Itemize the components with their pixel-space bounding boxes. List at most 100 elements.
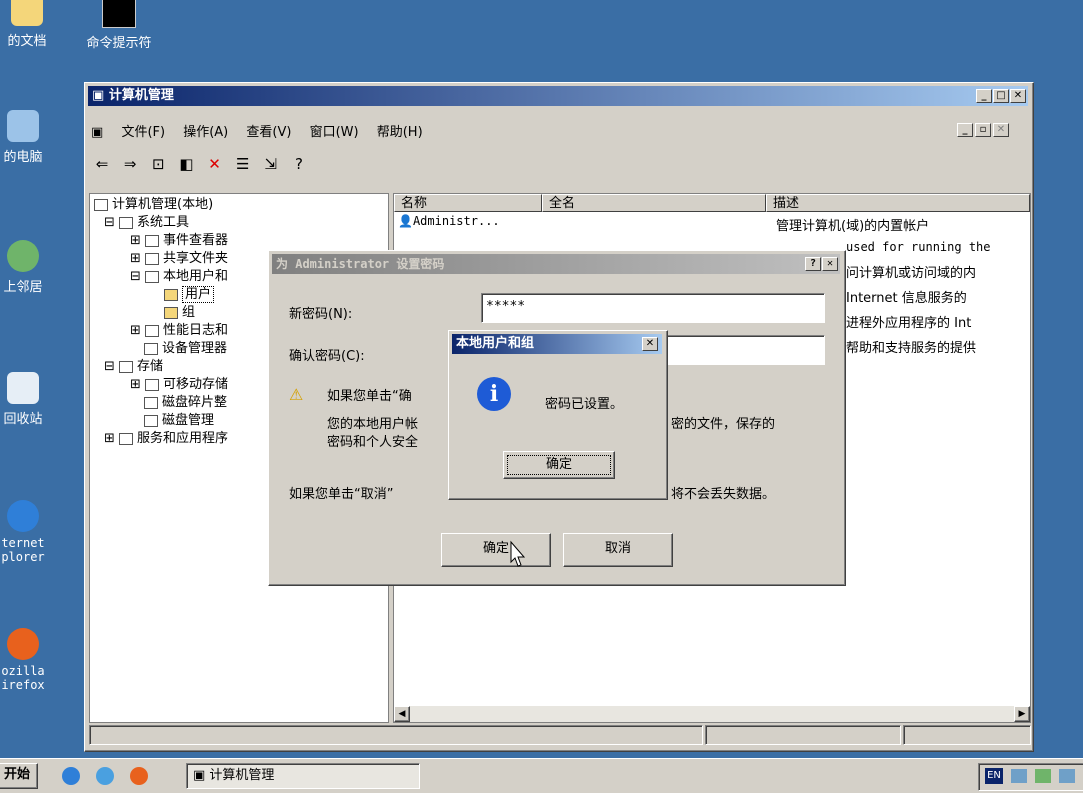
users-icon bbox=[145, 270, 160, 283]
toolbar: ⇐ ⇒ ⊡ ◧ ✕ ☰ ⇲ ? bbox=[91, 153, 312, 175]
desktop-icon-network[interactable]: 上邻居 bbox=[0, 240, 58, 295]
taskbar-task-computer-management[interactable]: ▣ 计算机管理 bbox=[186, 763, 420, 789]
row-description: used for running the bbox=[846, 240, 991, 254]
folder-icon bbox=[11, 0, 43, 26]
message-ok-button[interactable]: 确定 bbox=[503, 451, 615, 479]
menu-bar: ▣ 文件(F) 操作(A) 查看(V) 窗口(W) 帮助(H) bbox=[91, 121, 437, 140]
row-description: Internet 信息服务的 bbox=[846, 291, 967, 306]
menu-view[interactable]: 查看(V) bbox=[246, 125, 291, 140]
ok-button[interactable]: 确定 bbox=[441, 533, 551, 567]
quick-launch-ie-icon[interactable] bbox=[62, 767, 80, 785]
warning-text: 您的本地用户帐 bbox=[327, 417, 419, 432]
storage-icon bbox=[119, 360, 134, 373]
export-icon[interactable]: ⇲ bbox=[260, 153, 282, 175]
tree-item[interactable]: ⊞ 事件查看器 bbox=[94, 232, 384, 250]
forward-arrow-icon[interactable]: ⇒ bbox=[119, 153, 141, 175]
user-icon: 👤 bbox=[398, 214, 413, 228]
column-header-description[interactable]: 描述 bbox=[766, 194, 1030, 212]
tree-item[interactable]: ⊟ 系统工具 bbox=[94, 214, 384, 232]
computer-icon: ▣ bbox=[193, 768, 210, 783]
recycle-bin-icon bbox=[7, 372, 39, 404]
desktop-icon-ie[interactable]: ternet plorer bbox=[0, 500, 58, 564]
desktop-icon-firefox[interactable]: ozilla irefox bbox=[0, 628, 58, 692]
horizontal-scrollbar[interactable]: ◀ ▶ bbox=[394, 706, 1030, 722]
firefox-icon bbox=[7, 628, 39, 660]
computer-icon: ▣ bbox=[92, 88, 109, 103]
event-viewer-icon bbox=[145, 234, 160, 247]
column-header-name[interactable]: 名称 bbox=[394, 194, 542, 212]
show-tree-icon[interactable]: ◧ bbox=[175, 153, 197, 175]
console-icon bbox=[102, 0, 136, 28]
help-icon[interactable]: ? bbox=[288, 153, 310, 175]
quick-launch-desktop-icon[interactable] bbox=[96, 767, 114, 785]
confirm-password-label: 确认密码(C): bbox=[289, 349, 365, 364]
status-bar bbox=[89, 725, 703, 745]
scroll-left-button[interactable]: ◀ bbox=[394, 706, 410, 722]
status-bar-pane bbox=[903, 725, 1031, 745]
row-description: 管理计算机(域)的内置帐户 bbox=[776, 219, 930, 234]
folder-icon bbox=[164, 306, 178, 319]
network-icon bbox=[7, 240, 39, 272]
child-restore-button[interactable]: ▫ bbox=[975, 123, 991, 137]
mmc-icon: ▣ bbox=[91, 125, 104, 140]
status-bar-pane bbox=[705, 725, 901, 745]
tree-root[interactable]: 计算机管理(本地) bbox=[94, 196, 384, 214]
help-button[interactable]: ? bbox=[805, 257, 821, 271]
desktop-icon-command-prompt[interactable]: 命令提示符 bbox=[84, 0, 154, 51]
defrag-icon bbox=[144, 396, 158, 409]
removable-storage-icon bbox=[145, 378, 160, 391]
language-indicator[interactable]: EN bbox=[985, 768, 1003, 784]
window-titlebar[interactable]: ▣ 计算机管理 _ □ ✕ bbox=[88, 86, 1028, 106]
folder-open-icon bbox=[164, 288, 178, 301]
window-title: 计算机管理 bbox=[108, 88, 174, 103]
row-description: 帮助和支持服务的提供 bbox=[846, 341, 977, 356]
desktop-icon-my-computer[interactable]: 的电脑 bbox=[0, 110, 58, 165]
message-box-titlebar[interactable]: 本地用户和组 ✕ bbox=[452, 334, 662, 354]
warning-text: 密的文件，保存的 bbox=[671, 417, 776, 432]
dialog-titlebar[interactable]: 为 Administrator 设置密码 ? ✕ bbox=[272, 254, 840, 274]
minimize-button[interactable]: _ bbox=[976, 89, 992, 103]
info-icon: i bbox=[477, 377, 511, 411]
table-row[interactable]: 👤Administr... bbox=[398, 214, 500, 228]
message-text: 密码已设置。 bbox=[545, 397, 624, 412]
menu-file[interactable]: 文件(F) bbox=[121, 125, 165, 140]
close-button[interactable]: ✕ bbox=[642, 337, 658, 351]
network-tray-icon[interactable] bbox=[1059, 769, 1075, 783]
disk-management-icon bbox=[144, 414, 158, 427]
ie-icon bbox=[7, 500, 39, 532]
back-arrow-icon[interactable]: ⇐ bbox=[91, 153, 113, 175]
cancel-button[interactable]: 取消 bbox=[563, 533, 673, 567]
system-tray: EN bbox=[978, 763, 1083, 791]
desktop-icon-recycle-bin[interactable]: 回收站 bbox=[0, 372, 58, 427]
shared-folder-icon bbox=[145, 252, 160, 265]
up-folder-icon[interactable]: ⊡ bbox=[147, 153, 169, 175]
maximize-button[interactable]: □ bbox=[993, 89, 1009, 103]
delete-icon[interactable]: ✕ bbox=[204, 153, 226, 175]
child-close-button[interactable]: ✕ bbox=[993, 123, 1009, 137]
performance-icon bbox=[145, 324, 160, 337]
scroll-right-button[interactable]: ▶ bbox=[1014, 706, 1030, 722]
start-button[interactable]: 开始 bbox=[0, 763, 38, 789]
menu-action[interactable]: 操作(A) bbox=[183, 125, 228, 140]
cancel-info-text: 将不会丢失数据。 bbox=[671, 487, 776, 502]
row-description: 进程外应用程序的 Int bbox=[846, 316, 972, 331]
child-minimize-button[interactable]: _ bbox=[957, 123, 973, 137]
cancel-info-text: 如果您单击“取消” bbox=[289, 487, 394, 502]
tray-icon[interactable] bbox=[1035, 769, 1051, 783]
menu-help[interactable]: 帮助(H) bbox=[377, 125, 423, 140]
message-box: 本地用户和组 ✕ i 密码已设置。 确定 bbox=[448, 330, 668, 500]
new-password-field[interactable]: ***** bbox=[481, 293, 825, 323]
close-button[interactable]: ✕ bbox=[822, 257, 838, 271]
menu-window[interactable]: 窗口(W) bbox=[310, 125, 359, 140]
column-header-fullname[interactable]: 全名 bbox=[542, 194, 766, 212]
network-tray-icon[interactable] bbox=[1011, 769, 1027, 783]
tools-icon bbox=[119, 216, 134, 229]
computer-icon bbox=[7, 110, 39, 142]
mouse-cursor-icon bbox=[510, 540, 526, 567]
computer-icon bbox=[94, 198, 108, 211]
properties-icon[interactable]: ☰ bbox=[232, 153, 254, 175]
close-button[interactable]: ✕ bbox=[1010, 89, 1026, 103]
quick-launch-firefox-icon[interactable] bbox=[130, 767, 148, 785]
desktop-icon-my-documents[interactable]: 的文档 bbox=[0, 0, 62, 49]
warning-text: 密码和个人安全 bbox=[327, 435, 419, 450]
